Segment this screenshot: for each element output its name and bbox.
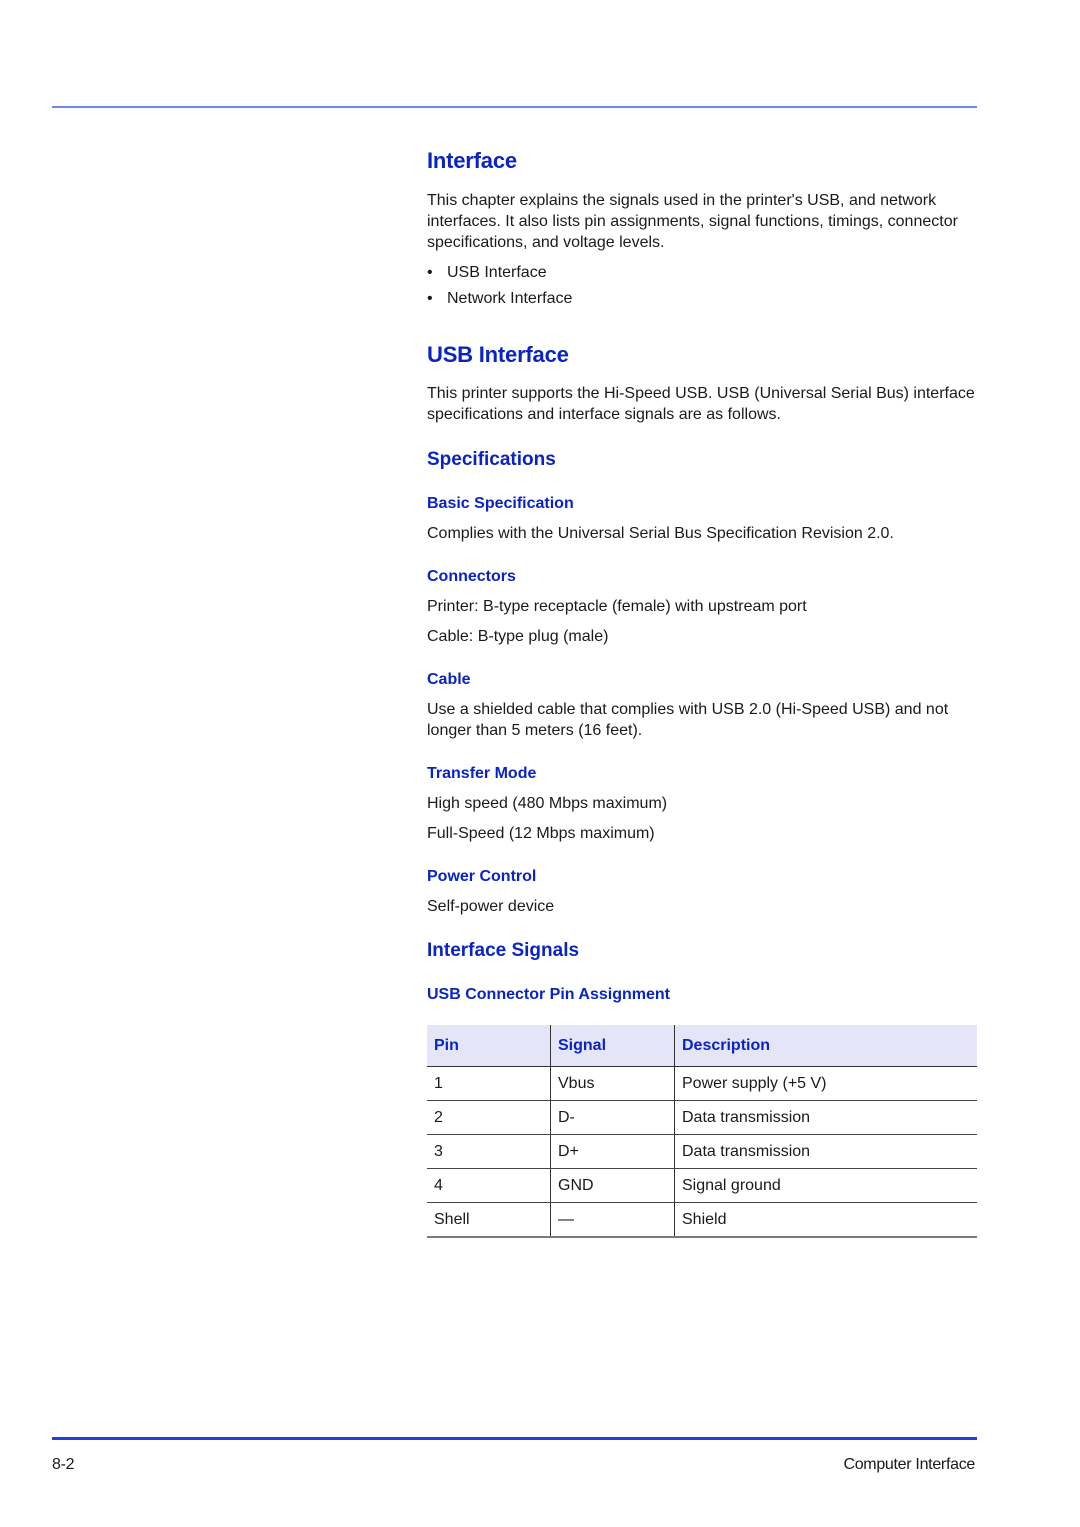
usb-intro: This printer supports the Hi-Speed USB. …	[427, 385, 975, 423]
page-number: 8-2	[52, 1456, 75, 1473]
chapter-topics-list: • USB Interface • Network Interface	[427, 260, 979, 312]
bullet-icon: •	[427, 290, 433, 307]
cell-description: Signal ground	[674, 1168, 977, 1203]
specifications-heading: Specifications	[427, 449, 556, 470]
cell-signal: Vbus	[550, 1066, 675, 1101]
usb-interface-heading: USB Interface	[427, 342, 569, 367]
basic-specification-text: Complies with the Universal Serial Bus S…	[427, 525, 894, 542]
cell-description: Shield	[674, 1202, 977, 1238]
table-row: Shell — Shield	[427, 1202, 977, 1238]
cell-pin: 2	[427, 1100, 551, 1135]
column-header-description: Description	[674, 1025, 977, 1067]
cell-signal: D-	[550, 1100, 675, 1135]
connectors-cable: Cable: B-type plug (male)	[427, 628, 609, 645]
cell-signal: —	[550, 1202, 675, 1238]
list-item-label: USB Interface	[447, 264, 547, 281]
basic-specification-heading: Basic Specification	[427, 495, 574, 512]
cell-pin: 4	[427, 1168, 551, 1203]
transfer-mode-full-speed: Full-Speed (12 Mbps maximum)	[427, 825, 655, 842]
column-header-pin: Pin	[427, 1025, 551, 1067]
table-header-row: Pin Signal Description	[427, 1025, 977, 1067]
footer-chapter-title: Computer Interface	[843, 1456, 975, 1473]
page-content: Interface This chapter explains the sign…	[427, 146, 979, 1238]
bullet-icon: •	[427, 264, 433, 281]
cell-description: Data transmission	[674, 1134, 977, 1169]
cell-description: Power supply (+5 V)	[674, 1066, 977, 1101]
transfer-mode-heading: Transfer Mode	[427, 765, 537, 782]
cable-text: Use a shielded cable that complies with …	[427, 701, 949, 739]
interface-signals-heading: Interface Signals	[427, 940, 580, 961]
footer-rule	[52, 1437, 977, 1440]
cell-pin: 3	[427, 1134, 551, 1169]
table-row: 1 Vbus Power supply (+5 V)	[427, 1066, 977, 1101]
list-item: • Network Interface	[427, 286, 979, 312]
header-rule	[52, 106, 977, 108]
cell-signal: D+	[550, 1134, 675, 1169]
cell-pin: Shell	[427, 1202, 551, 1238]
power-control-text: Self-power device	[427, 898, 555, 915]
pin-assignment-heading: USB Connector Pin Assignment	[427, 986, 670, 1003]
cell-signal: GND	[550, 1168, 675, 1203]
cell-description: Data transmission	[674, 1100, 977, 1135]
table-row: 3 D+ Data transmission	[427, 1134, 977, 1169]
connectors-printer: Printer: B-type receptacle (female) with…	[427, 598, 807, 615]
table-row: 2 D- Data transmission	[427, 1100, 977, 1135]
list-item-label: Network Interface	[447, 290, 573, 307]
column-header-signal: Signal	[550, 1025, 675, 1067]
chapter-intro: This chapter explains the signals used i…	[427, 192, 958, 251]
cable-heading: Cable	[427, 671, 471, 688]
power-control-heading: Power Control	[427, 868, 537, 885]
page-title: Interface	[427, 148, 517, 173]
transfer-mode-high-speed: High speed (480 Mbps maximum)	[427, 795, 668, 812]
table-row: 4 GND Signal ground	[427, 1168, 977, 1203]
cell-pin: 1	[427, 1066, 551, 1101]
pin-assignment-table: Pin Signal Description 1 Vbus Power supp…	[427, 1025, 977, 1238]
connectors-heading: Connectors	[427, 568, 516, 585]
list-item: • USB Interface	[427, 260, 979, 286]
